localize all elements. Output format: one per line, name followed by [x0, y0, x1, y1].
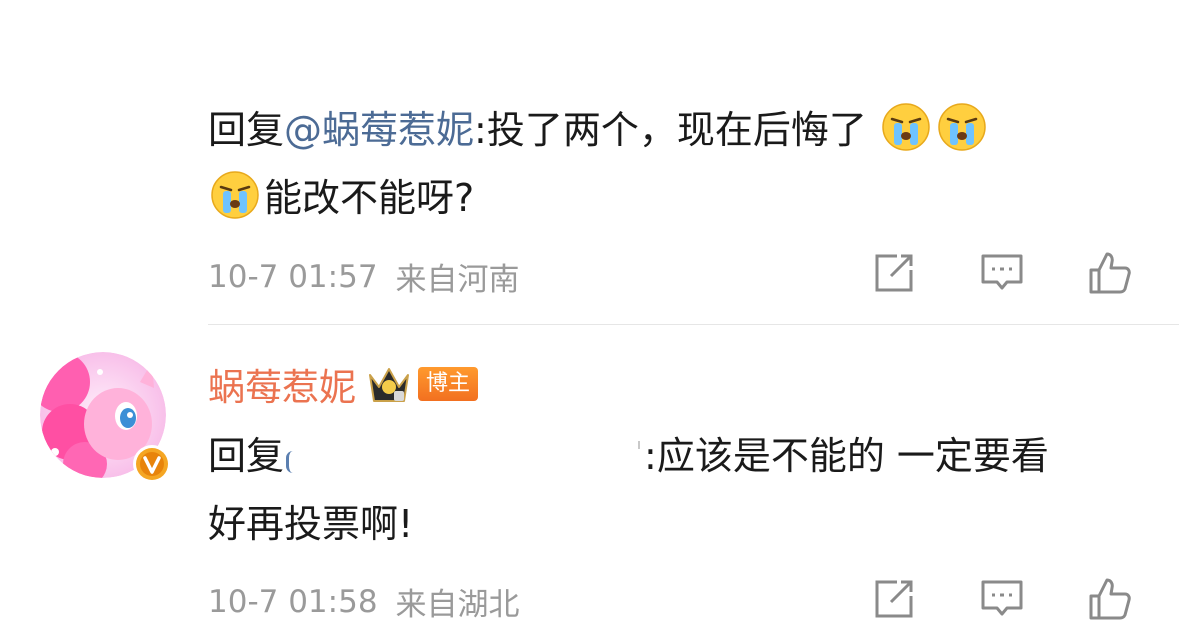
- author-row: 蜗莓惹妮 博主: [208, 356, 479, 412]
- crying-face-icon: [938, 103, 986, 151]
- like-icon[interactable]: [1087, 576, 1133, 622]
- comment-icon[interactable]: [979, 250, 1025, 296]
- comment-icon[interactable]: [979, 576, 1025, 622]
- crown-icon: [369, 368, 409, 402]
- username[interactable]: 蜗莓惹妮: [208, 357, 356, 411]
- mention-link[interactable]: @蜗莓惹妮: [284, 108, 474, 152]
- timestamp: 10-7 01:58: [208, 583, 378, 620]
- comment-2-meta: 10-7 01:58 来自湖北: [208, 579, 520, 624]
- share-icon[interactable]: [871, 576, 917, 622]
- comment-2-body[interactable]: 回复 :应该是不能的 一定要看 好再投票啊!: [208, 422, 1138, 558]
- comment-divider: [208, 324, 1179, 325]
- like-icon[interactable]: [1087, 250, 1133, 296]
- crying-face-icon: [211, 171, 259, 219]
- comment-1-meta: 10-7 01:57 来自河南: [208, 254, 520, 299]
- comment-1-actions: [871, 250, 1133, 296]
- comment-1-body[interactable]: 回复@蜗莓惹妮:投了两个，现在后悔了 能改不能呀?: [208, 96, 1138, 232]
- redacted-mention: [284, 437, 644, 477]
- share-icon[interactable]: [871, 250, 917, 296]
- timestamp: 10-7 01:57: [208, 258, 378, 295]
- comment-text-continued: 好再投票啊!: [208, 502, 414, 546]
- crying-face-icon: [882, 103, 930, 151]
- reply-prefix: 回复: [208, 434, 285, 478]
- comment-text: :投了两个，现在后悔了: [474, 108, 867, 152]
- verified-v-icon: [133, 445, 171, 483]
- reply-prefix: 回复: [208, 108, 285, 152]
- comment-2-actions: [871, 576, 1133, 622]
- location: 来自河南: [395, 262, 520, 298]
- author-badge: 博主: [418, 367, 479, 401]
- comment-text: :应该是不能的 一定要看: [644, 434, 1049, 478]
- comment-text-continued: 能改不能呀?: [264, 176, 475, 220]
- location: 来自湖北: [395, 587, 520, 623]
- avatar-container[interactable]: [40, 352, 174, 486]
